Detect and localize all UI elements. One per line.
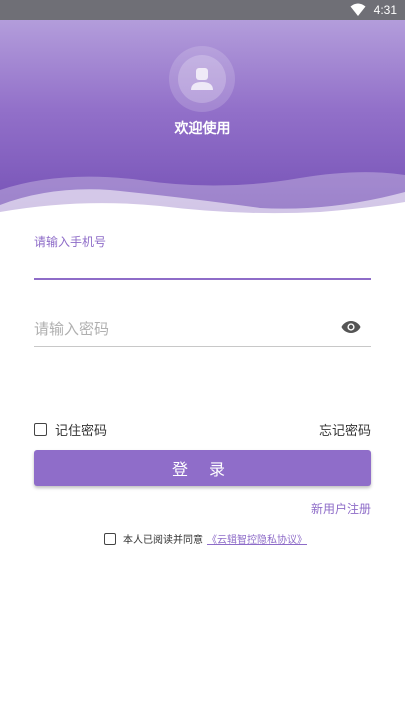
password-input[interactable] — [34, 314, 334, 344]
agreement-checkbox[interactable] — [104, 532, 116, 545]
avatar[interactable] — [169, 46, 235, 112]
user-icon — [191, 68, 213, 90]
status-icons: 4:31 — [350, 2, 397, 18]
remember-checkbox[interactable] — [34, 423, 47, 436]
login-button[interactable]: 登 录 — [34, 450, 371, 486]
agreement-text: 本人已阅读并同意 — [123, 535, 203, 546]
eye-icon[interactable] — [341, 320, 361, 334]
welcome-title: 欢迎使用 — [174, 121, 231, 137]
agreement-row: 本人已阅读并同意 《云辑智控隐私协议》 — [104, 531, 307, 546]
forgot-password-link[interactable]: 忘记密码 — [319, 420, 371, 439]
remember-password[interactable]: 记住密码 — [34, 420, 107, 439]
password-field — [34, 310, 371, 347]
remember-label: 记住密码 — [55, 424, 108, 439]
status-time: 4:31 — [373, 3, 397, 17]
wifi-icon — [350, 3, 366, 16]
status-bar: 4:31 — [0, 0, 405, 20]
header-banner: 欢迎使用 — [0, 20, 405, 220]
wave-decoration — [0, 172, 405, 220]
phone-label: 请输入手机号 — [34, 235, 107, 249]
register-link[interactable]: 新用户注册 — [311, 500, 371, 517]
privacy-policy-link[interactable]: 《云辑智控隐私协议》 — [207, 531, 307, 546]
phone-input[interactable] — [34, 250, 371, 280]
